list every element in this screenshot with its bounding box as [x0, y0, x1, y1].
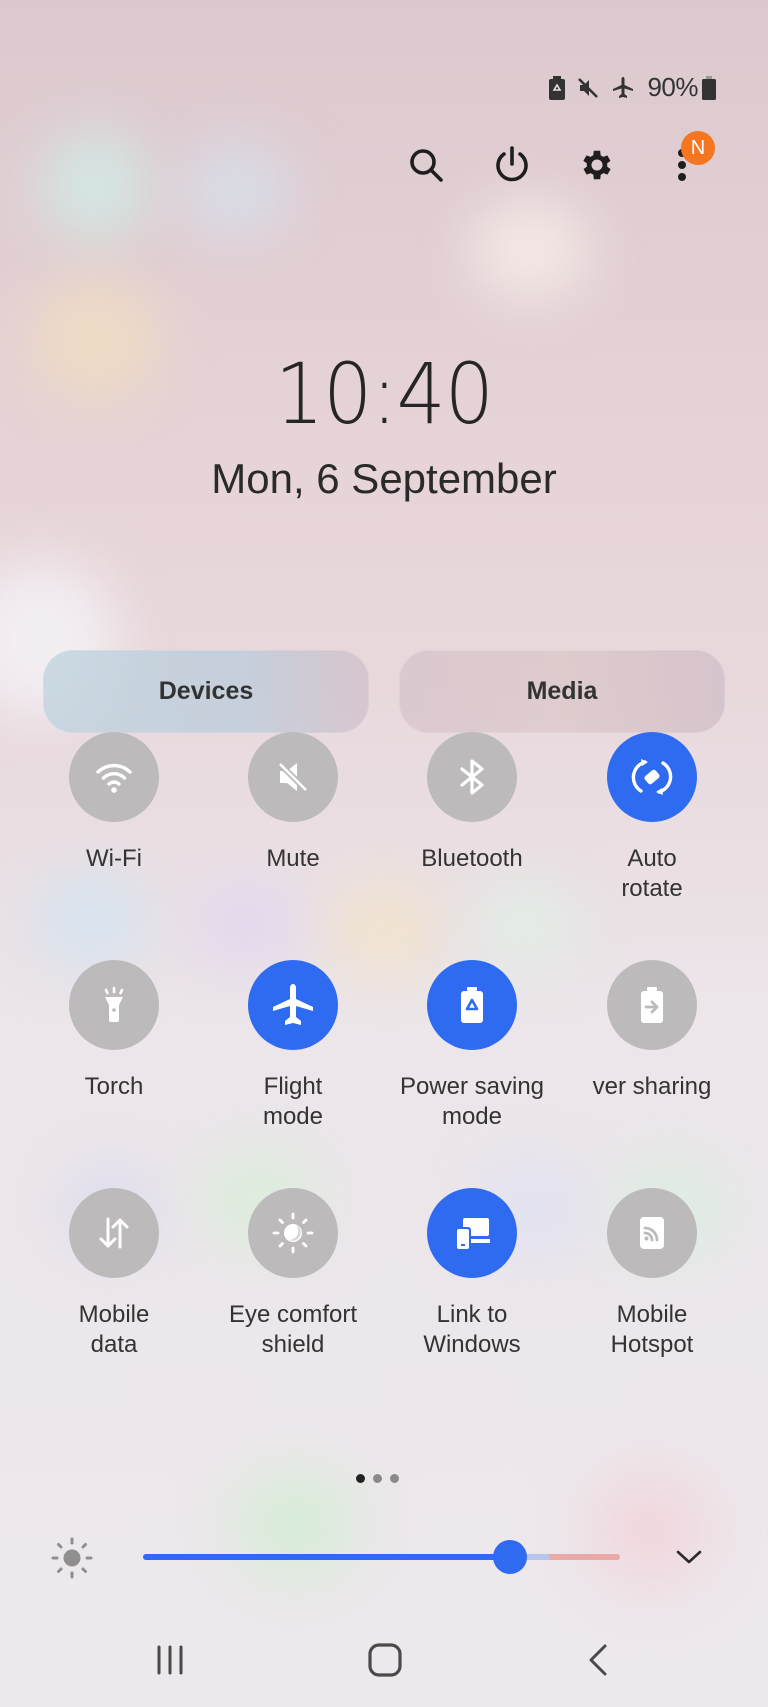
home-button[interactable] [355, 1635, 415, 1685]
hotspot-icon [630, 1211, 674, 1255]
tile-toggle[interactable] [427, 732, 517, 822]
expand-brightness-button[interactable] [672, 1545, 706, 1569]
page-dot-3[interactable] [390, 1474, 399, 1483]
power-icon [496, 146, 528, 182]
tile-toggle[interactable] [427, 960, 517, 1050]
tile-mute[interactable]: Mute [208, 732, 378, 874]
bluetooth-icon [450, 755, 494, 799]
back-button[interactable] [568, 1635, 628, 1685]
wireless-power-sharing-icon [630, 983, 674, 1027]
clock-time[interactable]: 10:40 [31, 345, 738, 443]
settings-button[interactable] [567, 135, 627, 195]
tile-airplane[interactable]: Flight mode [208, 960, 378, 1132]
wifi-icon [92, 755, 136, 799]
media-label: Media [526, 677, 598, 705]
tile-label: Link to Windows [423, 1301, 521, 1358]
devices-button[interactable]: Devices [43, 650, 369, 733]
tile-toggle[interactable] [248, 732, 338, 822]
tile-label: Mobile Hotspot [610, 1301, 694, 1358]
brightness-sun-icon [50, 1536, 94, 1585]
tile-toggle[interactable] [607, 732, 697, 822]
brightness-track-fill [143, 1554, 510, 1560]
chevron-down-icon [676, 1550, 702, 1564]
tile-toggle[interactable] [69, 1188, 159, 1278]
tile-bluetooth[interactable]: Bluetooth [387, 732, 557, 874]
page-indicator [356, 1474, 399, 1483]
power-saving-icon [450, 983, 494, 1027]
media-button[interactable]: Media [399, 650, 725, 733]
tile-toggle[interactable] [607, 1188, 697, 1278]
brightness-thumb[interactable] [493, 1540, 527, 1574]
tile-label: Torch [84, 1073, 144, 1100]
auto-rotate-icon [628, 753, 676, 801]
search-button[interactable] [396, 135, 456, 195]
clock-date[interactable]: Mon, 6 September [0, 455, 768, 503]
gear-icon [583, 150, 611, 180]
power-saving-battery-icon [549, 75, 566, 100]
tile-toggle[interactable] [69, 960, 159, 1050]
tile-label: Wi-Fi [86, 845, 142, 872]
tile-label: Eye comfort shield [228, 1301, 358, 1358]
tile-torch[interactable]: Torch [29, 960, 199, 1102]
battery-icon [702, 75, 716, 100]
tile-eye-comfort[interactable]: Eye comfort shield [208, 1188, 378, 1360]
devices-label: Devices [158, 677, 254, 705]
battery-percent: 90% [647, 72, 698, 102]
mute-icon [271, 755, 315, 799]
mobile-data-icon [92, 1211, 136, 1255]
tile-label: ver sharing [592, 1073, 712, 1100]
home-icon [368, 1643, 402, 1677]
tile-power-saving[interactable]: Power saving mode [387, 960, 557, 1132]
airplane-icon [269, 981, 317, 1029]
power-button[interactable] [482, 135, 542, 195]
brightness-slider[interactable] [143, 1540, 620, 1574]
tile-label: Bluetooth [421, 845, 523, 872]
tile-toggle[interactable] [607, 960, 697, 1050]
tile-label: Auto rotate [621, 845, 683, 902]
page-dot-1[interactable] [356, 1474, 365, 1483]
tile-hotspot[interactable]: Mobile Hotspot [567, 1188, 737, 1360]
tile-label: Flight mode [262, 1073, 324, 1130]
tile-wifi[interactable]: Wi-Fi [29, 732, 199, 874]
torch-icon [92, 983, 136, 1027]
tile-toggle[interactable] [427, 1188, 517, 1278]
link-to-windows-icon [448, 1209, 496, 1257]
notification-badge: N [681, 131, 715, 165]
tile-toggle[interactable] [69, 732, 159, 822]
recents-icon [157, 1645, 183, 1675]
search-icon [410, 149, 443, 182]
back-icon [589, 1644, 607, 1676]
tile-label: Mobile data [78, 1301, 150, 1358]
page-dot-2[interactable] [373, 1474, 382, 1483]
recents-button[interactable] [140, 1635, 200, 1685]
tile-toggle[interactable] [248, 960, 338, 1050]
airplane-icon [611, 76, 635, 100]
status-bar: 90% [549, 72, 716, 103]
tile-auto-rotate[interactable]: Auto rotate [567, 732, 737, 904]
tile-toggle[interactable] [248, 1188, 338, 1278]
tile-mobile-data[interactable]: Mobile data [29, 1188, 199, 1360]
tile-link-to-windows[interactable]: Link to Windows [387, 1188, 557, 1360]
eye-comfort-icon [269, 1209, 317, 1257]
mute-icon [577, 77, 599, 99]
tile-label: Mute [266, 845, 320, 872]
tile-label: Power saving mode [399, 1073, 545, 1130]
tile-wireless-power-sharing[interactable]: ver sharing [581, 960, 723, 1102]
